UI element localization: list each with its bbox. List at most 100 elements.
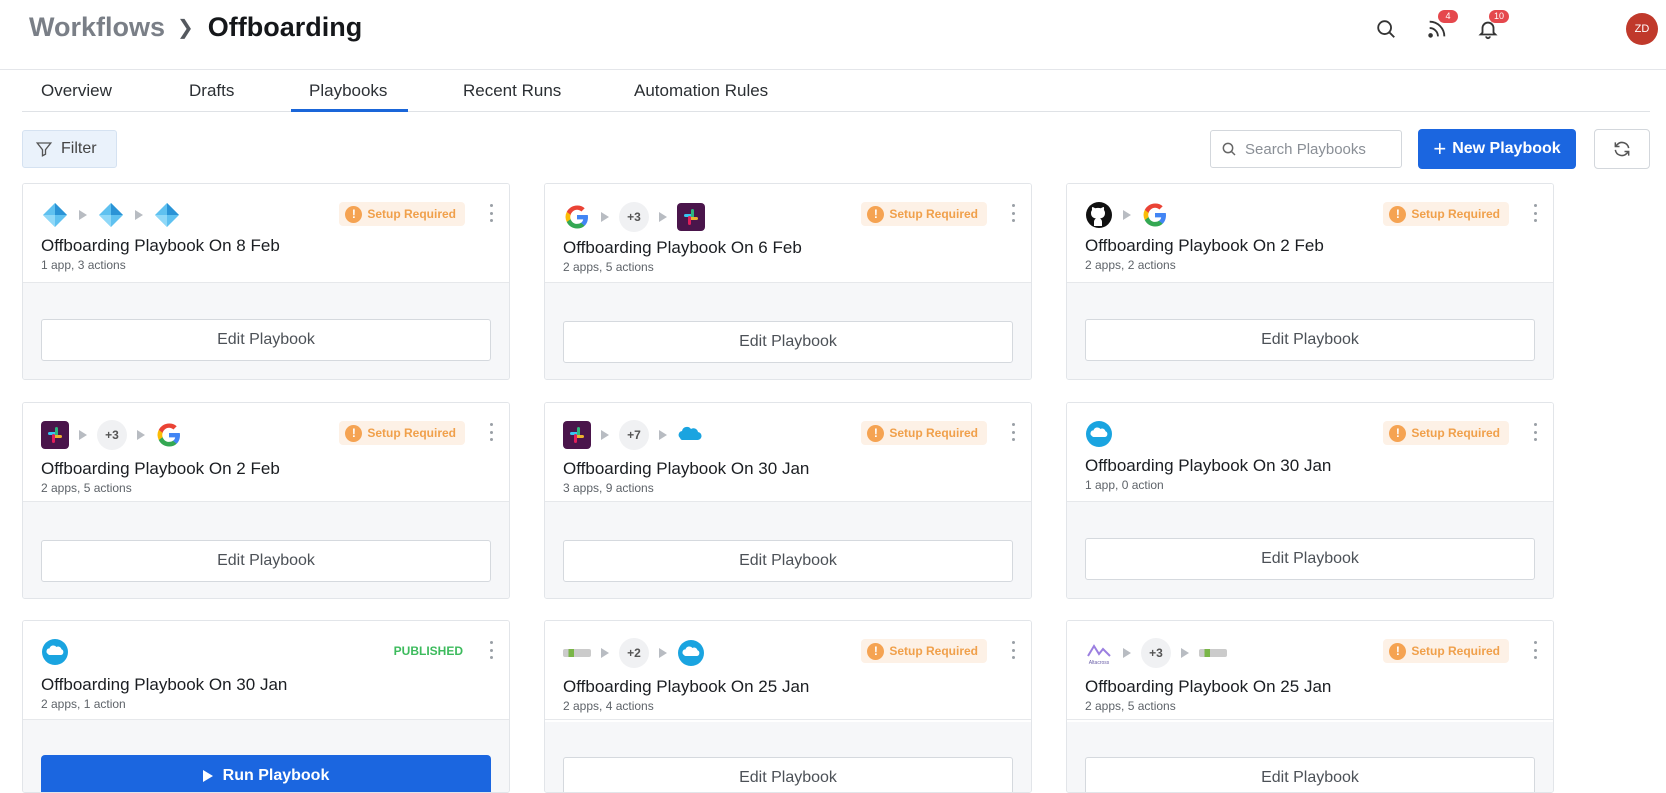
- card-subtitle: 1 app, 0 action: [1085, 478, 1164, 492]
- run-playbook-button[interactable]: Run Playbook: [41, 755, 491, 792]
- status-badge: ! Setup Required: [339, 202, 465, 226]
- card-header: ! Setup Required Offboarding Playbook On …: [1067, 403, 1553, 502]
- arrow-right-icon: [79, 210, 87, 220]
- card-subtitle: 2 apps, 1 action: [41, 697, 126, 711]
- app-icons: [41, 637, 69, 667]
- warning-icon: !: [1389, 424, 1407, 442]
- chevron-right-icon: ❯: [177, 17, 194, 39]
- warning-icon: !: [1389, 642, 1407, 660]
- more-apps-count: +3: [97, 420, 127, 450]
- warning-icon: !: [345, 205, 363, 223]
- card-title: Offboarding Playbook On 25 Jan: [563, 677, 810, 696]
- arrow-right-icon: [79, 430, 87, 440]
- more-options-button[interactable]: [1009, 641, 1017, 659]
- arrow-right-icon: [1123, 648, 1131, 658]
- more-options-button[interactable]: [1531, 423, 1539, 441]
- card-subtitle: 2 apps, 5 actions: [41, 481, 132, 495]
- refresh-button[interactable]: [1594, 129, 1650, 169]
- card-header: +3 ! Setup Required Offboarding Playbook …: [23, 403, 509, 502]
- tab-playbooks[interactable]: Playbooks: [309, 70, 387, 112]
- edit-playbook-button[interactable]: Edit Playbook: [1085, 757, 1535, 792]
- status-badge: ! Setup Required: [861, 421, 987, 445]
- card-header: +3 ! Setup Required Offboarding Playbook …: [545, 184, 1031, 283]
- altacross-icon: [1085, 639, 1113, 667]
- page-title: Offboarding: [207, 12, 363, 42]
- playbook-card: ! Setup Required Offboarding Playbook On …: [1066, 183, 1554, 380]
- card-subtitle: 2 apps, 5 actions: [1085, 699, 1176, 713]
- notifications-button[interactable]: 10: [1471, 10, 1509, 46]
- card-header: ! Setup Required Offboarding Playbook On …: [1067, 184, 1553, 283]
- run-playbook-label: Run Playbook: [222, 767, 330, 784]
- search-field[interactable]: [1210, 130, 1402, 168]
- tab-bar: Overview Drafts Playbooks Recent Runs Au…: [22, 70, 1650, 112]
- card-subtitle: 3 apps, 9 actions: [563, 481, 654, 495]
- more-options-button[interactable]: [487, 204, 495, 222]
- azure-ad-icon: [41, 201, 69, 229]
- arrow-right-icon: [1181, 648, 1189, 658]
- playbook-card: +2 ! Setup Required Offboarding Playbook …: [544, 620, 1032, 793]
- new-playbook-button[interactable]: + New Playbook: [1418, 129, 1576, 169]
- slack-icon: [563, 421, 591, 449]
- card-header: ! Setup Required Offboarding Playbook On …: [23, 184, 509, 283]
- card-header: PUBLISHED Offboarding Playbook On 30 Jan…: [23, 621, 509, 720]
- search-icon: [1377, 20, 1395, 38]
- active-tab-indicator: [291, 109, 408, 112]
- slack-icon: [677, 203, 705, 231]
- tab-automation-rules[interactable]: Automation Rules: [634, 70, 768, 112]
- tab-overview[interactable]: Overview: [41, 70, 112, 112]
- azure-ad-icon: [97, 201, 125, 229]
- more-options-button[interactable]: [1009, 423, 1017, 441]
- more-options-button[interactable]: [1009, 204, 1017, 222]
- playbook-card: ! Setup Required Offboarding Playbook On …: [22, 183, 510, 380]
- more-apps-count: +3: [1141, 638, 1171, 668]
- google-icon: [155, 421, 183, 449]
- more-options-button[interactable]: [1531, 204, 1539, 222]
- arrow-right-icon: [659, 648, 667, 658]
- app-icons: +3: [1085, 638, 1227, 668]
- edit-playbook-button[interactable]: Edit Playbook: [563, 321, 1013, 363]
- azure-ad-icon: [153, 201, 181, 229]
- avatar[interactable]: ZD: [1626, 13, 1658, 45]
- warning-icon: !: [867, 642, 885, 660]
- card-header: +7 ! Setup Required Offboarding Playbook …: [545, 403, 1031, 502]
- top-header: Workflows ❯ Offboarding 4 10 ZD: [0, 0, 1666, 70]
- breadcrumb: Workflows ❯ Offboarding: [29, 12, 362, 43]
- app-logo-icon: [1199, 639, 1227, 667]
- feed-button[interactable]: 4: [1420, 10, 1458, 46]
- card-title: Offboarding Playbook On 8 Feb: [41, 236, 280, 255]
- search-input[interactable]: [1245, 140, 1395, 158]
- new-playbook-label: New Playbook: [1452, 140, 1561, 157]
- edit-playbook-button[interactable]: Edit Playbook: [41, 540, 491, 582]
- arrow-right-icon: [659, 212, 667, 222]
- app-icons: +3: [563, 202, 705, 232]
- salesforce-icon: [1085, 420, 1113, 448]
- app-icons: +3: [41, 420, 183, 450]
- status-badge: ! Setup Required: [861, 202, 987, 226]
- breadcrumb-workflows[interactable]: Workflows: [29, 12, 165, 43]
- salesforce-icon: [677, 421, 705, 449]
- card-title: Offboarding Playbook On 30 Jan: [563, 459, 810, 478]
- edit-playbook-button[interactable]: Edit Playbook: [1085, 538, 1535, 580]
- more-options-button[interactable]: [487, 423, 495, 441]
- arrow-right-icon: [137, 430, 145, 440]
- card-title: Offboarding Playbook On 2 Feb: [41, 459, 280, 478]
- search-button[interactable]: [1369, 12, 1403, 46]
- arrow-right-icon: [1123, 210, 1131, 220]
- app-icons: +7: [563, 420, 705, 450]
- edit-playbook-button[interactable]: Edit Playbook: [41, 319, 491, 361]
- card-subtitle: 1 app, 3 actions: [41, 258, 126, 272]
- more-apps-count: +2: [619, 638, 649, 668]
- playbook-card: ! Setup Required Offboarding Playbook On …: [1066, 402, 1554, 599]
- more-options-button[interactable]: [1531, 641, 1539, 659]
- plus-icon: +: [1433, 136, 1447, 161]
- notifications-badge: 10: [1489, 10, 1509, 23]
- tab-recent-runs[interactable]: Recent Runs: [463, 70, 561, 112]
- edit-playbook-button[interactable]: Edit Playbook: [563, 540, 1013, 582]
- more-options-button[interactable]: [487, 641, 495, 659]
- edit-playbook-button[interactable]: Edit Playbook: [1085, 319, 1535, 361]
- warning-icon: !: [867, 424, 885, 442]
- edit-playbook-button[interactable]: Edit Playbook: [563, 757, 1013, 792]
- playbook-card: +7 ! Setup Required Offboarding Playbook …: [544, 402, 1032, 599]
- filter-button[interactable]: Filter: [22, 130, 117, 168]
- tab-drafts[interactable]: Drafts: [189, 70, 234, 112]
